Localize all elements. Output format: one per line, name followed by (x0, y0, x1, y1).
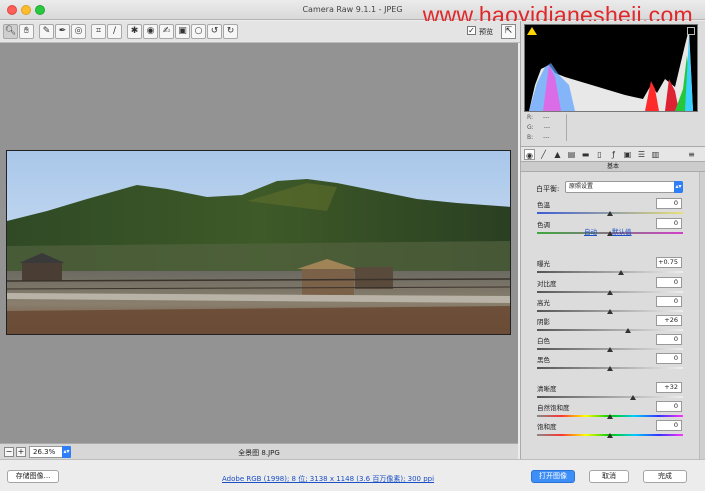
slider-thumb[interactable] (606, 366, 613, 371)
crop-icon[interactable]: ⌗ (91, 24, 106, 39)
slider-label: 黑色 (537, 356, 550, 364)
lens-icon[interactable]: ▯ (594, 149, 605, 160)
slider-value-field[interactable]: +0.75 (656, 257, 682, 268)
save-image-button[interactable]: 存储图像... (7, 470, 59, 483)
slider-thumb[interactable] (629, 395, 636, 400)
rotate-right-icon[interactable]: ↻ (223, 24, 238, 39)
slider-label: 色调 (537, 221, 550, 229)
tone-curve-icon[interactable]: ╱ (538, 149, 549, 160)
default-link[interactable]: 默认值 (612, 226, 632, 236)
highlight-clipping-icon[interactable] (687, 27, 695, 35)
red-eye-icon[interactable]: ◉ (143, 24, 158, 39)
preview-canvas[interactable] (0, 43, 518, 443)
slider-thumb[interactable] (606, 309, 613, 314)
preview-checkbox[interactable]: ✓ (467, 26, 476, 35)
detail-icon[interactable]: ▲ (552, 149, 563, 160)
panorama-photo (6, 150, 511, 335)
slider-thumb[interactable] (606, 347, 613, 352)
file-name: 全景图 8.JPG (238, 449, 280, 457)
slider-value-field[interactable]: 0 (656, 277, 682, 288)
slider-label: 对比度 (537, 280, 557, 288)
basic-icon[interactable]: ◉ (524, 149, 535, 160)
camera-calibration-icon[interactable]: ▣ (622, 149, 633, 160)
slider-value-field[interactable]: 0 (656, 420, 682, 431)
straighten-icon[interactable]: ∕ (107, 24, 122, 39)
section-title: 基本 (521, 162, 705, 172)
slider-thumb[interactable] (606, 290, 613, 295)
target-adjust-icon[interactable]: ◎ (71, 24, 86, 39)
panel-scrollbar[interactable] (699, 172, 705, 459)
white-balance-value: 原照设置 (569, 183, 594, 190)
slider-value-field[interactable]: 0 (656, 334, 682, 345)
chevron-down-icon: ▴▾ (674, 181, 683, 193)
slider-thumb[interactable] (606, 414, 613, 419)
split-toning-icon[interactable]: ▬ (580, 149, 591, 160)
adjustments-panel: R: --- G: --- B: --- ◉ ╱ ▲ ▤ ▬ ▯ ƒ ▣ ☰ ▥… (520, 21, 705, 459)
workflow-options-link[interactable]: Adobe RGB (1998); 8 位; 3138 x 1148 (3.6 … (222, 474, 434, 484)
status-bar: − + 26.3% ▴▾ 全景图 8.JPG (0, 443, 518, 459)
hsl-icon[interactable]: ▤ (566, 149, 577, 160)
fullscreen-icon[interactable]: ⇱ (501, 24, 516, 39)
zoom-icon[interactable]: 🔍︎ (3, 24, 18, 39)
toolbar: 🔍︎ ✋︎ ✎ ✒ ◎ ⌗ ∕ ✱ ◉ ✍ ▣ ○ ↺ ↻ ✓ 预览 ⇱ (0, 21, 520, 43)
done-button[interactable]: 完成 (643, 470, 687, 483)
slider-label: 自然饱和度 (537, 404, 570, 412)
slider-label: 高光 (537, 299, 550, 307)
slider-label: 白色 (537, 337, 550, 345)
brush-icon[interactable]: ✍ (159, 24, 174, 39)
slider-value-field[interactable]: 0 (656, 401, 682, 412)
cancel-button[interactable]: 取消 (589, 470, 629, 483)
slider-label: 色温 (537, 201, 550, 209)
slider-track[interactable] (537, 396, 683, 398)
slider-thumb[interactable] (606, 211, 613, 216)
slider-thumb[interactable] (618, 270, 625, 275)
bottom-bar: 存储图像... Adobe RGB (1998); 8 位; 3138 x 11… (0, 459, 705, 491)
slider-track[interactable] (537, 329, 683, 331)
snapshots-icon[interactable]: ▥ (650, 149, 661, 160)
slider-thumb[interactable] (625, 328, 632, 333)
panel-menu-icon[interactable]: ≡ (686, 149, 697, 160)
title-bar: Camera Raw 9.1.1 - JPEG www.haoyidianesh… (0, 0, 705, 28)
rotate-left-icon[interactable]: ↺ (207, 24, 222, 39)
preview-label: 预览 (479, 28, 493, 36)
hand-icon[interactable]: ✋︎ (19, 24, 34, 39)
slider-value-field[interactable]: 0 (656, 296, 682, 307)
histogram (524, 24, 698, 112)
graduated-filter-icon[interactable]: ▣ (175, 24, 190, 39)
open-image-button[interactable]: 打开图像 (531, 470, 575, 483)
slider-track[interactable] (537, 271, 683, 273)
white-balance-label: 白平衡: (536, 185, 560, 193)
shadow-clipping-icon[interactable] (527, 27, 537, 35)
slider-value-field[interactable]: 0 (656, 218, 682, 229)
slider-label: 饱和度 (537, 423, 557, 431)
white-balance-select[interactable]: 原照设置 ▴▾ (565, 181, 683, 193)
white-balance-icon[interactable]: ✎ (39, 24, 54, 39)
slider-thumb[interactable] (606, 433, 613, 438)
color-sampler-icon[interactable]: ✒ (55, 24, 70, 39)
radial-filter-icon[interactable]: ○ (191, 24, 206, 39)
g-value: --- (543, 124, 551, 131)
spot-removal-icon[interactable]: ✱ (127, 24, 142, 39)
slider-label: 阴影 (537, 318, 550, 326)
rgb-readout: R: --- G: --- B: --- (527, 114, 551, 141)
r-value: --- (542, 114, 550, 121)
auto-link[interactable]: 自动 (584, 226, 597, 236)
panel-tabs: ◉ ╱ ▲ ▤ ▬ ▯ ƒ ▣ ☰ ▥ ≡ (521, 146, 705, 162)
b-value: --- (543, 134, 550, 141)
slider-value-field[interactable]: +32 (656, 382, 682, 393)
presets-icon[interactable]: ☰ (636, 149, 647, 160)
slider-value-field[interactable]: 0 (656, 198, 682, 209)
fx-icon[interactable]: ƒ (608, 149, 619, 160)
slider-label: 曝光 (537, 260, 550, 268)
readout-divider (566, 114, 567, 141)
slider-value-field[interactable]: 0 (656, 353, 682, 364)
slider-value-field[interactable]: +26 (656, 315, 682, 326)
slider-label: 清晰度 (537, 385, 557, 393)
